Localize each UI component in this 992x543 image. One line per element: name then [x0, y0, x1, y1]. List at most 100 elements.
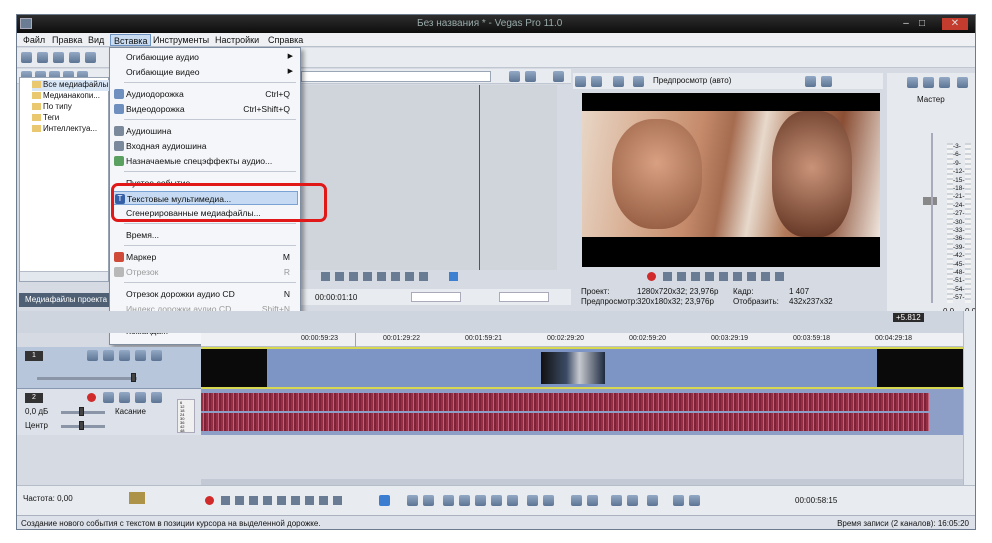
prev-frame-icon[interactable] — [319, 496, 328, 505]
trimmer-remove-icon[interactable] — [525, 71, 536, 82]
trim-icon[interactable] — [459, 495, 470, 506]
overlays-icon[interactable] — [633, 76, 644, 87]
menu-item-video-envelopes[interactable]: Огибающие видео ▶ — [112, 65, 298, 79]
trimmer-selection-field[interactable] — [411, 292, 461, 302]
auto-ripple-icon[interactable] — [647, 495, 658, 506]
tree-item-smart[interactable]: Интеллектуа... — [32, 124, 110, 135]
solo-icon[interactable] — [151, 350, 162, 361]
prev-frame-icon[interactable] — [761, 272, 770, 281]
stop-icon[interactable] — [277, 496, 286, 505]
next-frame-icon[interactable] — [775, 272, 784, 281]
playback-rate-slider[interactable] — [129, 492, 145, 504]
play-start-icon[interactable] — [235, 496, 244, 505]
play-icon[interactable] — [249, 496, 258, 505]
pan-handle[interactable] — [79, 421, 84, 430]
menu-item-time[interactable]: Время... — [112, 228, 298, 242]
video-track-header[interactable]: 1 — [17, 347, 201, 389]
go-start-icon[interactable] — [405, 272, 414, 281]
go-end-icon[interactable] — [419, 272, 428, 281]
master-fader[interactable] — [923, 197, 937, 205]
snapping-icon[interactable] — [611, 495, 622, 506]
explorer-tab-project-media[interactable]: Медиафайлы проекта — [19, 293, 111, 307]
trimmer-add-icon[interactable] — [509, 71, 520, 82]
menu-item-video-track[interactable]: Видеодорожка Ctrl+Shift+Q — [112, 102, 298, 116]
loop-playback-icon[interactable] — [221, 496, 230, 505]
copy-snapshot-icon[interactable] — [805, 76, 816, 87]
next-frame-icon[interactable] — [333, 496, 342, 505]
render-icon[interactable] — [69, 52, 80, 63]
arm-record-icon[interactable] — [87, 393, 96, 402]
normal-edit-tool-icon[interactable] — [379, 495, 390, 506]
record-icon[interactable] — [647, 272, 656, 281]
pause-icon[interactable] — [263, 496, 272, 505]
close-button[interactable]: ✕ — [942, 18, 968, 30]
pause-icon[interactable] — [349, 272, 358, 281]
save-snapshot-icon[interactable] — [821, 76, 832, 87]
trimmer-menu-icon[interactable] — [553, 71, 564, 82]
stop-icon[interactable] — [719, 272, 728, 281]
timeline-empty-area[interactable] — [17, 435, 975, 485]
tree-item-by-type[interactable]: По типу — [32, 102, 110, 113]
tree-horizontal-scrollbar[interactable] — [20, 271, 108, 281]
region-icon[interactable] — [587, 495, 598, 506]
menu-view[interactable]: Вид — [85, 34, 107, 46]
menu-item-audio-bus[interactable]: Аудиошина — [112, 124, 298, 138]
play-icon[interactable] — [691, 272, 700, 281]
envelope-tool-icon[interactable] — [407, 495, 418, 506]
mixer-menu-icon[interactable] — [957, 77, 968, 88]
menu-item-input-bus[interactable]: Входная аудиошина — [112, 139, 298, 153]
menu-edit[interactable]: Правка — [49, 34, 85, 46]
ignore-grouping-icon[interactable] — [689, 495, 700, 506]
prev-frame-icon[interactable] — [377, 272, 386, 281]
invert-phase-icon[interactable] — [103, 392, 114, 403]
tree-item-bins[interactable]: Медианакопи... — [32, 91, 110, 102]
audio-track-lane[interactable] — [201, 389, 971, 435]
preview-properties-icon[interactable] — [575, 76, 586, 87]
trim-start-icon[interactable] — [475, 495, 486, 506]
go-start-icon[interactable] — [291, 496, 300, 505]
record-icon[interactable] — [205, 496, 214, 505]
mixer-insert-bus-icon[interactable] — [907, 77, 918, 88]
tree-item-tags[interactable]: Теги — [32, 113, 110, 124]
open-icon[interactable] — [37, 52, 48, 63]
play-icon[interactable] — [321, 272, 330, 281]
volume-handle[interactable] — [79, 407, 84, 416]
lock-icon[interactable] — [527, 495, 538, 506]
mute-icon[interactable] — [135, 350, 146, 361]
go-end-icon[interactable] — [747, 272, 756, 281]
play-start-icon[interactable] — [677, 272, 686, 281]
trimmer-view[interactable] — [299, 85, 557, 270]
mute-icon[interactable] — [135, 392, 146, 403]
play-start-icon[interactable] — [335, 272, 344, 281]
go-start-icon[interactable] — [733, 272, 742, 281]
preview-quality-select[interactable]: Предпросмотр (авто) — [653, 76, 731, 85]
video-event-thumbnail[interactable] — [541, 352, 605, 384]
delete-icon[interactable] — [443, 495, 454, 506]
go-end-icon[interactable] — [305, 496, 314, 505]
properties-icon[interactable] — [85, 52, 96, 63]
timeline-ruler[interactable]: 00:00:59:23 00:01:29:22 00:01:59:21 00:02:2… — [201, 333, 975, 347]
trim-end-icon[interactable] — [491, 495, 502, 506]
preview-device-icon[interactable] — [591, 76, 602, 87]
mixer-dim-icon[interactable] — [939, 77, 950, 88]
track-fx-icon[interactable] — [103, 350, 114, 361]
video-level-handle[interactable] — [131, 373, 136, 382]
compositing-mode-icon[interactable] — [119, 350, 130, 361]
audio-track-header[interactable]: 2 0,0 дБ Касание Центр 6 12 18 24 30 36 42 48 — [17, 389, 201, 435]
solo-icon[interactable] — [151, 392, 162, 403]
loop-icon[interactable] — [449, 272, 458, 281]
menu-options[interactable]: Настройки — [212, 34, 262, 46]
pause-icon[interactable] — [705, 272, 714, 281]
timeline-vertical-scrollbar[interactable] — [963, 311, 975, 485]
trimmer-length-field[interactable] — [499, 292, 549, 302]
menu-item-marker[interactable]: Маркер M — [112, 250, 298, 264]
tree-item-all-media[interactable]: Все медиафайлы — [32, 80, 110, 91]
menu-insert[interactable]: Вставка — [110, 34, 152, 46]
video-event-black-end[interactable] — [877, 349, 971, 387]
save-icon[interactable] — [53, 52, 64, 63]
marker-icon[interactable] — [571, 495, 582, 506]
menu-item-audio-track[interactable]: Аудиодорожка Ctrl+Q — [112, 87, 298, 101]
menu-item-assignable-fx[interactable]: Назначаемые спецэффекты аудио... — [112, 154, 298, 168]
video-level-slider[interactable] — [37, 377, 137, 380]
envelope-icon[interactable] — [543, 495, 554, 506]
